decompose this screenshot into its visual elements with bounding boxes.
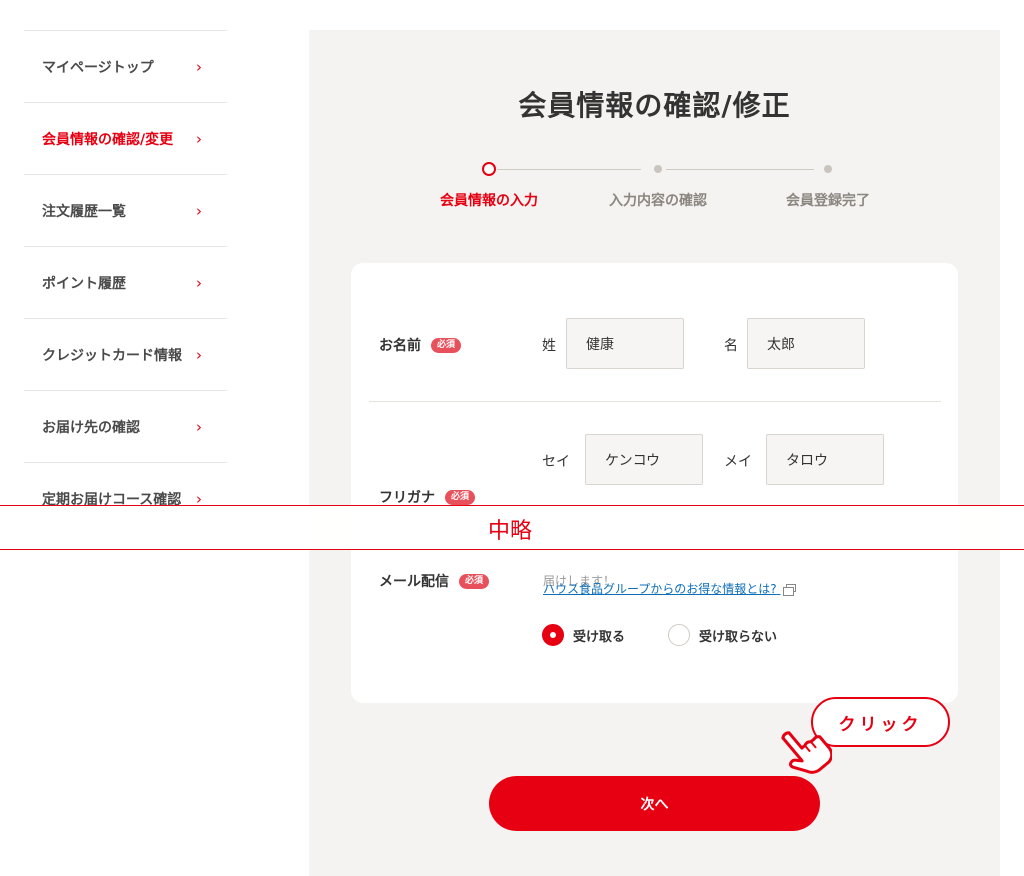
mail-info-link-text: ハウス食品グループからのお得な情報とは?	[543, 582, 777, 596]
kana-field-label: フリガナ 必須	[379, 487, 476, 507]
step-connector	[497, 169, 641, 170]
last-name-label: 姓	[542, 338, 556, 354]
kana-first-value: タロウ	[786, 452, 828, 469]
required-badge: 必須	[459, 573, 490, 589]
click-annotation-label: クリック	[838, 714, 923, 735]
chevron-right-icon: ›	[196, 129, 202, 148]
kana-last-input[interactable]: ケンコウ	[585, 434, 703, 485]
step-label-complete: 会員登録完了	[786, 193, 870, 209]
next-button-label: 次へ	[640, 796, 669, 813]
sidebar-item-label: 注文履歴一覧	[42, 203, 126, 220]
radio-unchecked-icon	[668, 624, 690, 646]
name-label-text: お名前	[379, 338, 421, 354]
name-field-label: お名前 必須	[379, 335, 462, 355]
omitted-section-band: 中略	[0, 505, 1024, 550]
sidebar-item-credit-card[interactable]: クレジットカード情報 ›	[24, 318, 227, 390]
sidebar-item-member-info[interactable]: 会員情報の確認/変更 ›	[24, 102, 227, 174]
pointing-hand-icon	[781, 731, 832, 774]
field-divider	[369, 401, 941, 402]
last-name-value: 健康	[586, 336, 614, 353]
last-name-input[interactable]: 健康	[566, 318, 684, 369]
required-badge: 必須	[445, 489, 476, 505]
chevron-right-icon: ›	[196, 57, 202, 76]
first-name-label: 名	[724, 338, 738, 354]
sidebar-item-label: ポイント履歴	[42, 275, 126, 292]
sidebar-item-label: お届け先の確認	[42, 419, 140, 436]
external-window-icon	[783, 584, 797, 596]
main-panel: 会員情報の確認/修正 会員情報の入力 入力内容の確認 会員登録完了 お名前 必須…	[309, 30, 1000, 876]
sidebar-item-delivery-address[interactable]: お届け先の確認 ›	[24, 390, 227, 462]
sidebar-item-label: マイページトップ	[42, 59, 154, 76]
first-name-input[interactable]: 太郎	[747, 318, 865, 369]
step-dot	[654, 165, 662, 173]
chevron-right-icon: ›	[196, 273, 202, 292]
radio-checked-icon	[542, 624, 564, 646]
step-label-confirm: 入力内容の確認	[609, 193, 707, 209]
chevron-right-icon: ›	[196, 345, 202, 364]
mail-opt-out-label: 受け取らない	[699, 629, 778, 645]
kana-first-input[interactable]: タロウ	[766, 434, 884, 485]
step-label-input: 会員情報の入力	[440, 193, 538, 209]
kana-label-text: フリガナ	[379, 490, 435, 506]
page-title: 会員情報の確認/修正	[518, 89, 791, 122]
step-dot	[824, 165, 832, 173]
progress-steps: 会員情報の入力 入力内容の確認 会員登録完了	[309, 160, 1000, 220]
mail-field-label: メール配信 必須	[379, 571, 490, 591]
mail-opt-in-label: 受け取る	[573, 629, 626, 645]
mail-opt-out-radio[interactable]: 受け取らない	[668, 624, 777, 646]
sidebar-item-mypage-top[interactable]: マイページトップ ›	[24, 30, 227, 102]
mail-info-link[interactable]: ハウス食品グループからのお得な情報とは?	[543, 580, 797, 597]
sidebar-item-points[interactable]: ポイント履歴 ›	[24, 246, 227, 318]
sidebar-item-label: クレジットカード情報	[42, 347, 182, 364]
first-name-value: 太郎	[767, 336, 795, 353]
sidebar-nav: マイページトップ › 会員情報の確認/変更 › 注文履歴一覧 › ポイント履歴 …	[24, 30, 227, 534]
omitted-label: 中略	[488, 519, 533, 544]
sidebar-item-label: 会員情報の確認/変更	[42, 131, 174, 148]
member-form-card: お名前 必須 姓 健康 名 太郎 フリガナ 必須 セイ ケンコウ メイ タロウ …	[351, 263, 958, 703]
next-button[interactable]: 次へ	[489, 776, 820, 831]
step-connector	[666, 169, 814, 170]
mail-label-text: メール配信	[379, 574, 449, 590]
chevron-right-icon: ›	[196, 201, 202, 220]
kana-last-label: セイ	[542, 454, 570, 470]
step-current-dot	[482, 162, 496, 176]
sidebar-item-order-history[interactable]: 注文履歴一覧 ›	[24, 174, 227, 246]
kana-last-value: ケンコウ	[605, 452, 661, 469]
required-badge: 必須	[431, 337, 462, 353]
mail-opt-in-radio[interactable]: 受け取る	[542, 624, 625, 646]
kana-first-label: メイ	[724, 454, 752, 470]
chevron-right-icon: ›	[196, 417, 202, 436]
